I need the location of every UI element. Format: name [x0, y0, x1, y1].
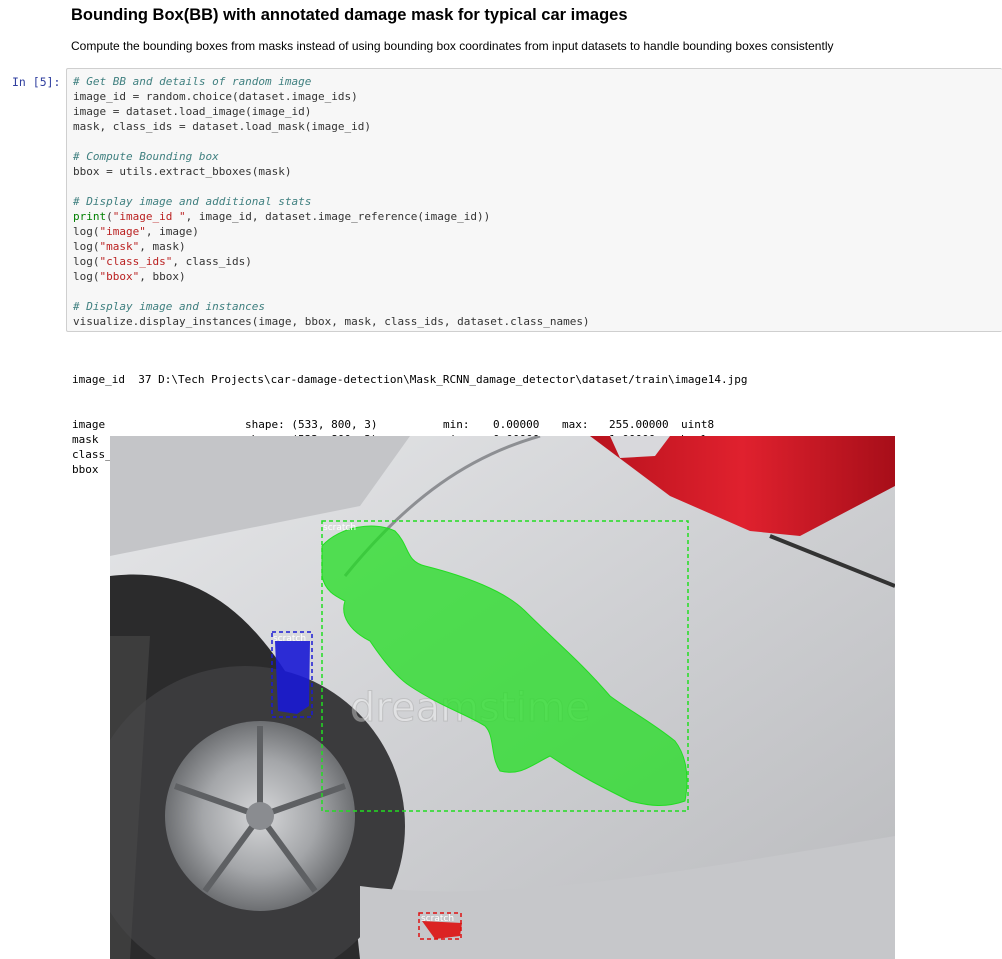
output-stats-row: image shape: (533, 800, 3) min: 0.00000 max:…: [72, 417, 714, 432]
output-dtype: uint8: [681, 418, 715, 431]
code-line: log("bbox", bbox): [73, 269, 590, 284]
code-line: # Display image and instances: [73, 299, 590, 314]
code-token: , class_ids): [172, 255, 252, 268]
code-line: # Get BB and details of random image: [73, 74, 590, 89]
output-stats-row: maskshape: (533, 800, 3)min:0.00000max:1…: [72, 432, 708, 447]
code-line: bbox = utils.extract_bboxes(mask): [73, 164, 590, 179]
code-token: visualize.display_instances(image, bbox,…: [73, 315, 590, 328]
output-min: 0.00000: [493, 418, 540, 431]
code-token: # Get BB and details of random image: [73, 75, 312, 88]
code-token: log(: [73, 270, 100, 283]
code-line: # Display image and additional stats: [73, 194, 590, 209]
code-token: , bbox): [139, 270, 186, 283]
scratch-label-red: scratch: [421, 914, 454, 924]
output-name: image: [72, 418, 106, 431]
code-line: image = dataset.load_image(image_id): [73, 104, 590, 119]
section-heading: Bounding Box(BB) with annotated damage m…: [71, 6, 628, 24]
code-token: # Compute Bounding box: [73, 150, 219, 163]
output-name: bbox: [72, 463, 99, 476]
code-cell[interactable]: # Get BB and details of random image imag…: [66, 68, 1002, 332]
code-token: image_id = random.choice(dataset.image_i…: [73, 90, 358, 103]
scratch-label-green: scratch: [323, 523, 356, 533]
wheel-hub: [246, 802, 274, 830]
code-token: "mask": [99, 240, 140, 253]
car-photo: dreamstime scratch scratch scratch: [110, 436, 895, 959]
code-token: , image_id, dataset.image_reference(imag…: [185, 210, 491, 223]
output-max-label: max:: [562, 418, 589, 431]
output-max: 255.00000: [609, 418, 669, 431]
code-line: image_id = random.choice(dataset.image_i…: [73, 89, 590, 104]
code-token: , mask): [139, 240, 186, 253]
cell-prompt: In [5]:: [12, 75, 61, 89]
output-stats-row: bboxshape: (3, 4)min:87.00000max:589.000…: [72, 462, 714, 477]
code-token: "bbox": [99, 270, 140, 283]
code-token: print: [73, 210, 107, 223]
code-token: , image): [145, 225, 199, 238]
code-token: log(: [73, 225, 100, 238]
code-line: print("image_id ", image_id, dataset.ima…: [73, 209, 590, 224]
code-line: visualize.display_instances(image, bbox,…: [73, 314, 590, 329]
code-line: log("class_ids", class_ids): [73, 254, 590, 269]
code-token: # Display image and instances: [73, 300, 266, 313]
output-stats-row: class_idsshape: (3,)min:1.00000max:1.000…: [72, 447, 714, 462]
code-line: mask, class_ids = dataset.load_mask(imag…: [73, 119, 590, 134]
code-token: "image_id ": [112, 210, 186, 223]
code-line: log("mask", mask): [73, 239, 590, 254]
car-image-figure: dreamstime scratch scratch scratch: [110, 436, 895, 959]
code-token: image = dataset.load_image(image_id): [73, 105, 312, 118]
scratch-label-blue: scratch: [273, 634, 306, 644]
code-token: (: [106, 210, 113, 223]
code-token: bbox = utils.extract_bboxes(mask): [73, 165, 292, 178]
code-token: "image": [99, 225, 146, 238]
code-token: mask, class_ids = dataset.load_mask(imag…: [73, 120, 372, 133]
code-token: "class_ids": [99, 255, 173, 268]
code-token: log(: [73, 240, 100, 253]
section-description: Compute the bounding boxes from masks in…: [71, 39, 834, 53]
output-name: mask: [72, 433, 99, 446]
output-min-label: min:: [443, 418, 470, 431]
code-editor[interactable]: # Get BB and details of random image imag…: [73, 74, 590, 329]
code-token: log(: [73, 255, 100, 268]
output-image-id-line: image_id 37 D:\Tech Projects\car-damage-…: [72, 373, 748, 386]
code-token: # Display image and additional stats: [73, 195, 312, 208]
code-line: log("image", image): [73, 224, 590, 239]
cell-output: image_id 37 D:\Tech Projects\car-damage-…: [72, 342, 748, 492]
scratch-mask-blue: [275, 641, 310, 714]
code-line: # Compute Bounding box: [73, 149, 590, 164]
output-shape: shape: (533, 800, 3): [245, 418, 378, 431]
